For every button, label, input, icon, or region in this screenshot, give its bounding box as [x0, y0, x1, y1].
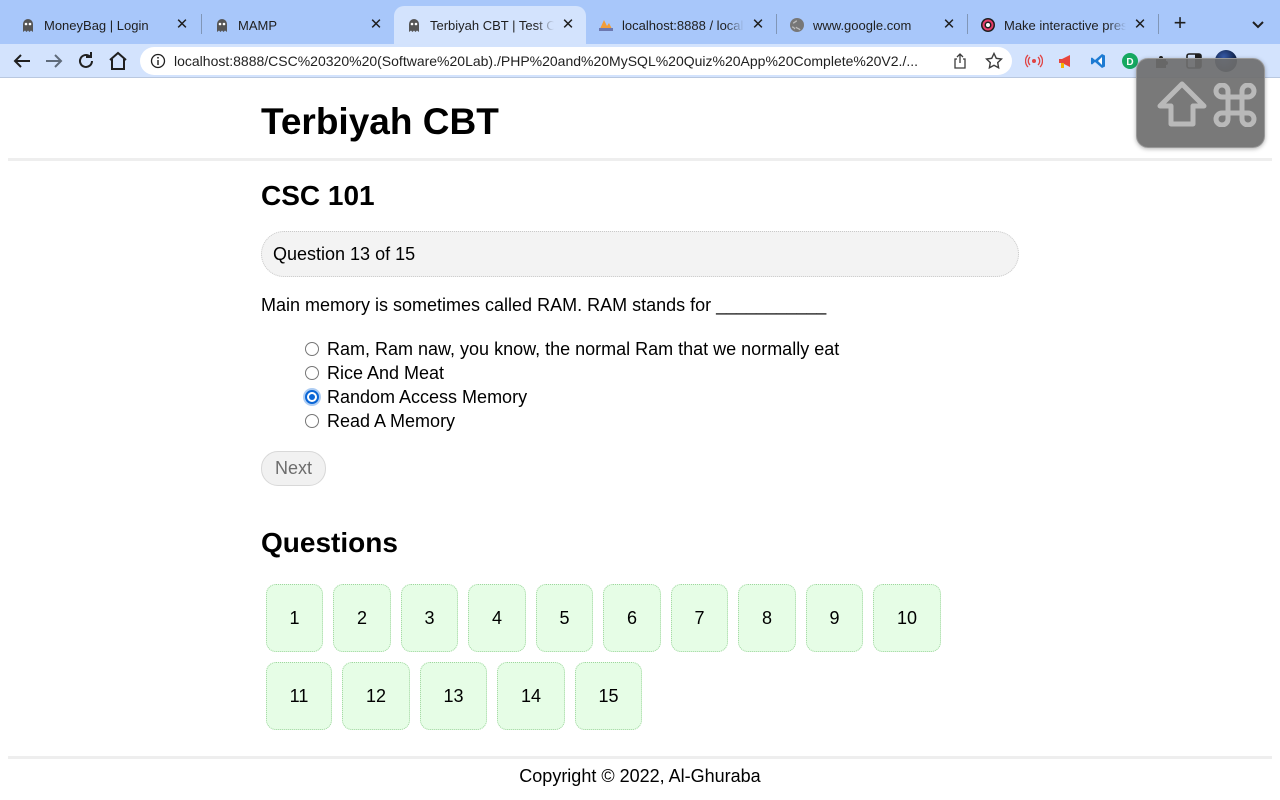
bookmark-star-icon[interactable]	[985, 52, 1003, 70]
pma-favicon-icon	[599, 20, 613, 31]
tab-strip: MoneyBag | Login ✕ MAMP ✕ Terbiyah CBT |…	[0, 0, 1280, 44]
close-icon[interactable]: ✕	[368, 17, 384, 33]
tab-phpmyadmin[interactable]: localhost:8888 / localhost / phpMyAdmin …	[586, 6, 776, 44]
question-nav-button[interactable]: 7	[671, 584, 728, 652]
answer-option-label: Rice And Meat	[327, 362, 445, 383]
answer-option[interactable]: Read A Memory	[305, 409, 839, 433]
tab-title: MoneyBag | Login	[44, 17, 149, 33]
close-icon[interactable]: ✕	[1132, 17, 1148, 33]
radio-button[interactable]	[305, 414, 319, 428]
question-nav-button[interactable]: 10	[873, 584, 941, 652]
answer-option[interactable]: Ram, Ram naw, you know, the normal Ram t…	[305, 337, 839, 361]
question-nav-button[interactable]: 14	[497, 662, 565, 730]
question-nav-button[interactable]: 1	[266, 584, 323, 652]
share-icon[interactable]	[952, 53, 968, 69]
radio-button[interactable]	[305, 342, 319, 356]
answer-option-label: Ram, Ram naw, you know, the normal Ram t…	[327, 338, 840, 359]
radio-button-selected[interactable]	[305, 390, 319, 404]
info-icon[interactable]	[150, 53, 166, 69]
tab-title: Terbiyah CBT | Test Online	[430, 17, 554, 33]
question-nav-button[interactable]: 8	[738, 584, 796, 652]
tab-title: www.google.com	[813, 17, 912, 33]
answer-options: Ram, Ram naw, you know, the normal Ram t…	[305, 337, 839, 433]
chevron-down-icon[interactable]	[1248, 14, 1268, 34]
question-nav-button[interactable]: 3	[401, 584, 458, 652]
tab-google[interactable]: www.google.com ✕	[777, 6, 967, 44]
course-title: CSC 101	[261, 180, 375, 211]
tab-title: localhost:8888 / localhost / phpMyAdmin	[622, 17, 744, 33]
question-nav-button[interactable]: 4	[468, 584, 526, 652]
tab-moneybag[interactable]: MoneyBag | Login ✕	[8, 6, 200, 44]
answer-option[interactable]: Random Access Memory	[305, 385, 839, 409]
question-nav-button[interactable]: 2	[333, 584, 391, 652]
forward-arrow-icon[interactable]	[42, 49, 66, 73]
tab-title: Make interactive presentations	[1004, 17, 1126, 33]
ghost-favicon-icon	[409, 19, 419, 32]
ghost-favicon-icon	[23, 19, 33, 32]
questions-heading: Questions	[261, 527, 398, 558]
ring-favicon-icon	[981, 18, 995, 32]
close-icon[interactable]: ✕	[174, 17, 190, 33]
globe-favicon-icon	[790, 18, 804, 32]
svg-text:D: D	[1126, 57, 1133, 68]
tab-mamp[interactable]: MAMP ✕	[202, 6, 394, 44]
home-icon[interactable]	[106, 49, 130, 73]
site-title: Terbiyah CBT	[261, 101, 499, 142]
question-nav-button[interactable]: 11	[266, 662, 332, 730]
browser-toolbar: localhost:8888/CSC%20320%20(Software%20L…	[0, 44, 1280, 78]
broadcast-extension-icon[interactable]	[1025, 52, 1043, 70]
url-text: localhost:8888/CSC%20320%20(Software%20L…	[174, 53, 918, 69]
next-button[interactable]: Next	[261, 451, 326, 486]
answer-option[interactable]: Rice And Meat	[305, 361, 839, 385]
question-nav-button[interactable]: 15	[575, 662, 642, 730]
reload-icon[interactable]	[74, 49, 98, 73]
question-nav-button[interactable]: 13	[420, 662, 487, 730]
tab-separator	[1158, 14, 1159, 34]
close-icon[interactable]: ✕	[941, 17, 957, 33]
question-counter: Question 13 of 15	[261, 231, 1019, 277]
new-tab-plus-icon[interactable]: +	[1168, 12, 1192, 36]
vscode-extension-icon[interactable]	[1089, 52, 1107, 70]
footer-copyright: Copyright © 2022, Al-Ghuraba	[519, 766, 761, 786]
megaphone-extension-icon[interactable]	[1057, 52, 1075, 70]
close-icon[interactable]: ✕	[560, 17, 576, 33]
footer-divider	[8, 756, 1272, 759]
radio-button[interactable]	[305, 366, 319, 380]
question-nav-button[interactable]: 9	[806, 584, 863, 652]
question-text: Main memory is sometimes called RAM. RAM…	[261, 295, 827, 315]
tab-title: MAMP	[238, 17, 277, 33]
answer-option-label: Random Access Memory	[327, 386, 528, 407]
question-nav-button[interactable]: 12	[342, 662, 410, 730]
quiz-page: Terbiyah CBT CSC 101 Question 13 of 15 M…	[0, 79, 1280, 800]
question-nav-button[interactable]: 5	[536, 584, 593, 652]
question-nav-button[interactable]: 6	[603, 584, 661, 652]
ghost-favicon-icon	[217, 19, 227, 32]
tab-terbiyah-cbt[interactable]: Terbiyah CBT | Test Online ✕	[394, 6, 586, 44]
address-bar[interactable]: localhost:8888/CSC%20320%20(Software%20L…	[140, 47, 1012, 75]
answer-option-label: Read A Memory	[327, 410, 456, 431]
header-divider	[8, 158, 1272, 161]
back-arrow-icon[interactable]	[10, 49, 34, 73]
close-icon[interactable]: ✕	[750, 17, 766, 33]
tab-interactive-presentations[interactable]: Make interactive presentations ✕	[968, 6, 1158, 44]
